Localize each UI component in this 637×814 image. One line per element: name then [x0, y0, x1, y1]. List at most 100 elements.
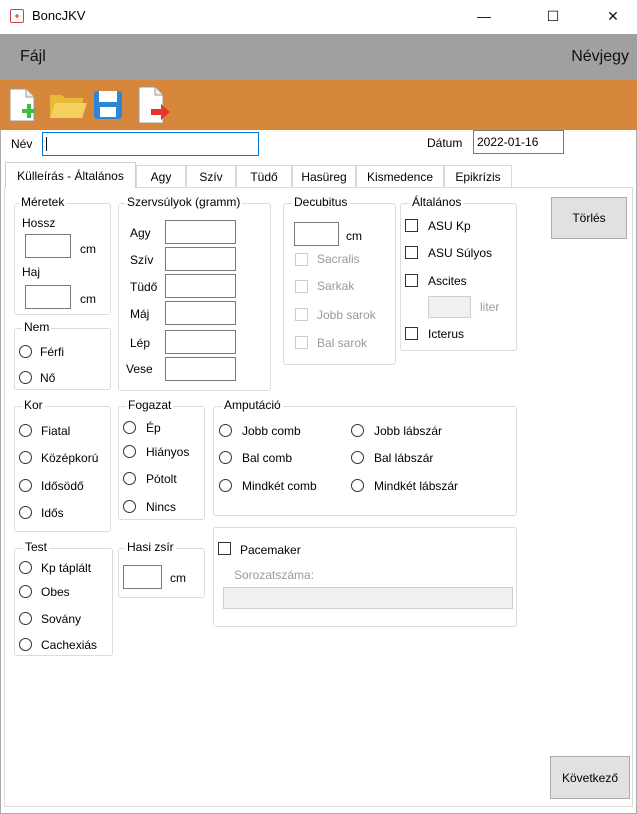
radio-well-nourished[interactable] [19, 561, 32, 574]
tab-epicrisis[interactable]: Epikrízis [444, 165, 512, 187]
tab-brain[interactable]: Agy [136, 165, 186, 187]
menu-file[interactable]: Fájl [20, 48, 46, 66]
organ-input-brain[interactable] [165, 220, 236, 244]
new-document-icon[interactable] [4, 82, 44, 128]
text-cursor [46, 137, 47, 151]
aging-label: Idősödő [41, 479, 84, 493]
radio-right-thigh[interactable] [219, 424, 232, 437]
menu-bar [0, 34, 637, 80]
organ-input-liver[interactable] [165, 301, 236, 325]
height-label: Hossz [22, 216, 56, 230]
general-title: Általános [410, 195, 464, 209]
close-button[interactable]: ✕ [590, 0, 636, 32]
radio-both-thighs[interactable] [219, 479, 232, 492]
tab-pelvis[interactable]: Kismedence [356, 165, 444, 187]
right-heel-label: Jobb sarok [317, 308, 376, 322]
maximize-button[interactable]: ☐ [530, 0, 576, 32]
radio-teeth-missing[interactable] [123, 445, 136, 458]
asu-sulyos-label: ASU Súlyos [428, 246, 493, 260]
radio-male[interactable] [19, 345, 32, 358]
next-button[interactable]: Következő [550, 756, 630, 799]
organ-input-heart[interactable] [165, 247, 236, 271]
measurements-title: Méretek [19, 195, 67, 209]
radio-female[interactable] [19, 371, 32, 384]
age-title: Kor [22, 398, 45, 412]
menu-about[interactable]: Névjegy [571, 48, 629, 66]
radio-left-shin[interactable] [351, 451, 364, 464]
window-title: BoncJKV [32, 8, 86, 23]
checkbox-icterus[interactable] [405, 327, 418, 340]
decubitus-input[interactable] [294, 222, 339, 246]
export-icon[interactable] [130, 82, 176, 128]
belly-fat-unit: cm [170, 571, 186, 585]
organ-label-brain: Agy [130, 226, 151, 240]
minimize-button[interactable]: — [461, 0, 507, 32]
name-input[interactable] [42, 132, 259, 156]
decubitus-title: Decubitus [292, 195, 350, 209]
checkbox-heels[interactable] [295, 280, 308, 293]
ascites-label: Ascites [428, 274, 467, 288]
heels-label: Sarkak [317, 279, 355, 293]
save-icon[interactable] [90, 82, 126, 128]
checkbox-sacralis[interactable] [295, 253, 308, 266]
right-shin-label: Jobb lábszár [374, 424, 443, 438]
both-thighs-label: Mindkét comb [242, 479, 317, 493]
tab-lung[interactable]: Tüdő [236, 165, 292, 187]
checkbox-asu-sulyos[interactable] [405, 246, 418, 259]
belly-fat-input[interactable] [123, 565, 162, 589]
radio-young[interactable] [19, 424, 32, 437]
tab-abdomen[interactable]: Hasüreg [292, 165, 356, 187]
organ-input-kidney[interactable] [165, 357, 236, 381]
serial-input[interactable] [223, 587, 513, 609]
serial-label: Sorozatszáma: [234, 568, 315, 582]
organ-label-kidney: Vese [126, 362, 153, 376]
checkbox-ascites[interactable] [405, 274, 418, 287]
right-thigh-label: Jobb comb [242, 424, 301, 438]
well-nourished-label: Kp táplált [41, 561, 92, 575]
radio-cachexic[interactable] [19, 638, 32, 651]
radio-teeth-intact[interactable] [123, 421, 136, 434]
clear-button[interactable]: Törlés [551, 197, 627, 239]
radio-aging[interactable] [19, 479, 32, 492]
body-title: Test [23, 540, 50, 554]
teeth-none-label: Nincs [146, 500, 177, 514]
radio-teeth-none[interactable] [123, 500, 136, 513]
asu-kp-label: ASU Kp [428, 219, 471, 233]
ascites-liter-input[interactable] [428, 296, 471, 318]
left-shin-label: Bal lábszár [374, 451, 434, 465]
hair-unit: cm [80, 292, 96, 306]
tab-general[interactable]: Külleírás - Általános [5, 162, 136, 188]
radio-left-thigh[interactable] [219, 451, 232, 464]
old-label: Idős [41, 506, 64, 520]
checkbox-asu-kp[interactable] [405, 219, 418, 232]
radio-both-shins[interactable] [351, 479, 364, 492]
radio-middle-aged[interactable] [19, 451, 32, 464]
left-thigh-label: Bal comb [242, 451, 293, 465]
open-folder-icon[interactable] [46, 82, 90, 128]
organ-label-heart: Szív [130, 253, 154, 267]
checkbox-pacemaker[interactable] [218, 542, 231, 555]
checkbox-right-heel[interactable] [295, 308, 308, 321]
radio-old[interactable] [19, 506, 32, 519]
height-unit: cm [80, 242, 96, 256]
radio-right-shin[interactable] [351, 424, 364, 437]
date-input[interactable]: 2022-01-16 [473, 130, 564, 154]
radio-thin[interactable] [19, 612, 32, 625]
checkbox-left-heel[interactable] [295, 336, 308, 349]
radio-obese[interactable] [19, 585, 32, 598]
both-shins-label: Mindkét lábszár [374, 479, 459, 493]
tab-heart[interactable]: Szív [186, 165, 236, 187]
male-label: Férfi [40, 345, 64, 359]
left-heel-label: Bal sarok [317, 336, 368, 350]
icterus-label: Icterus [428, 327, 465, 341]
teeth-replaced-label: Pótolt [146, 472, 177, 486]
organ-input-spleen[interactable] [165, 330, 236, 354]
teeth-missing-label: Hiányos [146, 445, 190, 459]
organ-input-lung[interactable] [165, 274, 236, 298]
hair-input[interactable] [25, 285, 71, 309]
radio-teeth-replaced[interactable] [123, 472, 136, 485]
hair-label: Haj [22, 265, 41, 279]
height-input[interactable] [25, 234, 71, 258]
amputation-title: Amputáció [222, 398, 283, 412]
organ-label-liver: Máj [130, 307, 150, 321]
